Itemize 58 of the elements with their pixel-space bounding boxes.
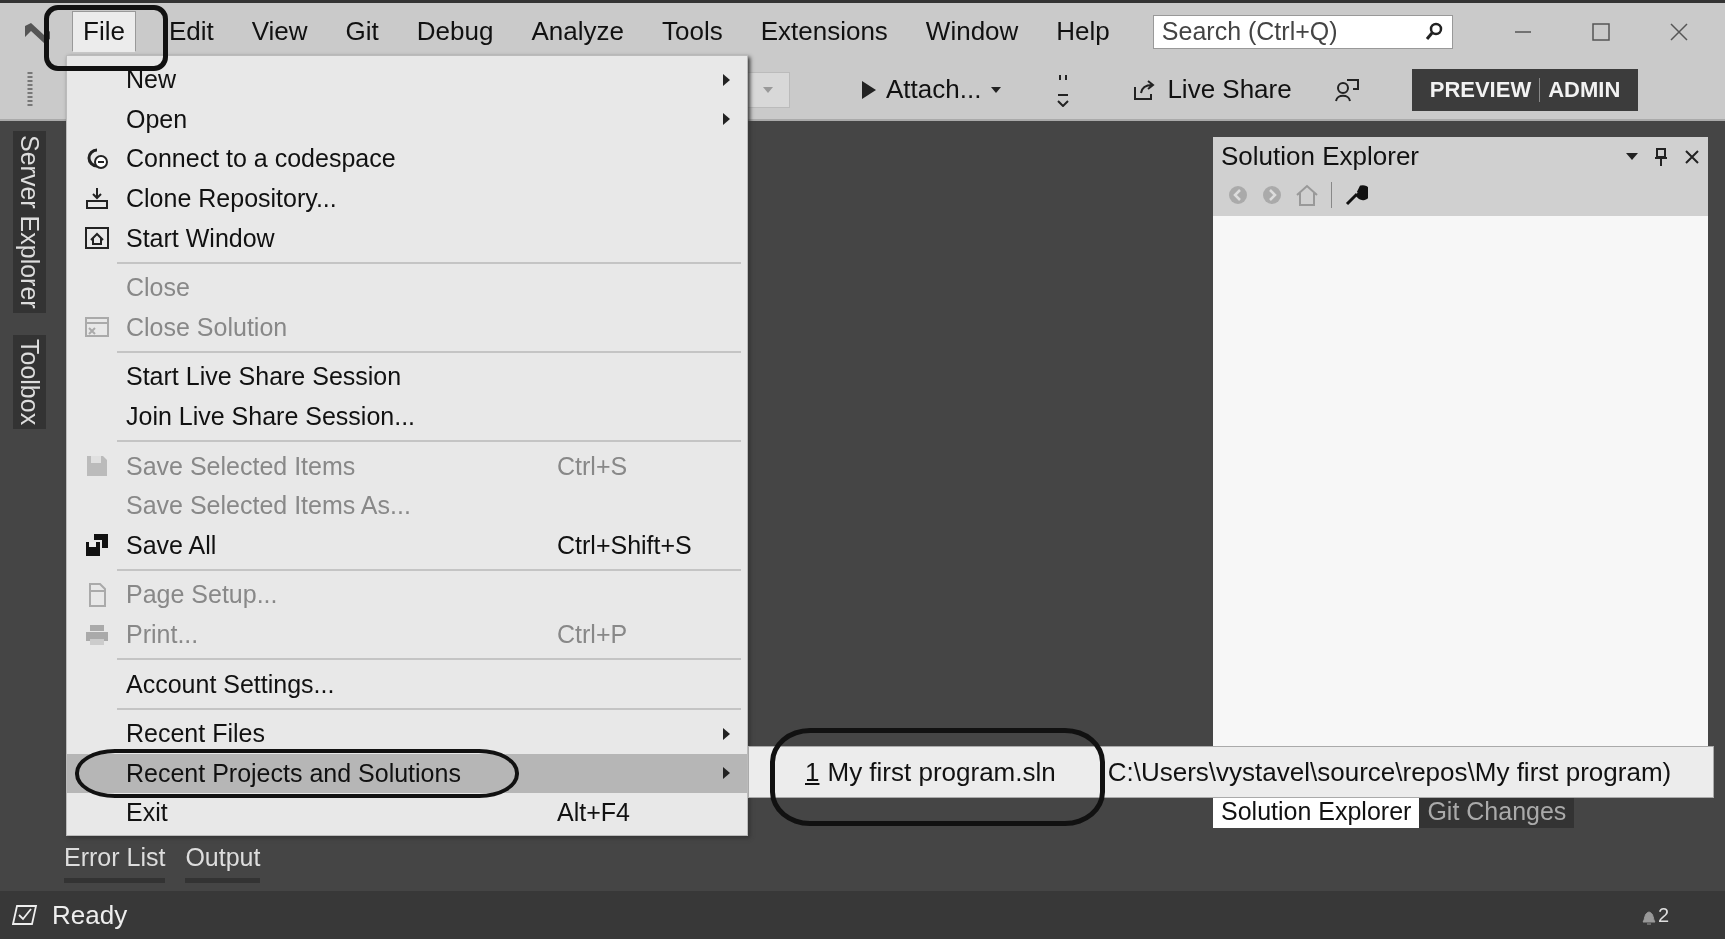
attach-button[interactable]: Attach... (856, 70, 1008, 109)
badge-label: ADMIN (1548, 76, 1621, 103)
menu-item[interactable]: Edit (157, 11, 225, 52)
printer-icon (84, 623, 109, 646)
close-icon[interactable] (1684, 148, 1700, 165)
menu-item[interactable]: File (72, 11, 136, 52)
close-icon[interactable] (1668, 21, 1689, 42)
wrench-icon[interactable] (1344, 183, 1368, 207)
recent-project-entry[interactable]: 1 My first program.sln C:\Users\vystavel\source\repos\My first program) (749, 747, 1713, 797)
live-share-button[interactable]: Live Share (1127, 70, 1298, 109)
menu-item[interactable]: Analyze (520, 11, 635, 52)
bottom-tab[interactable]: Error List (64, 843, 166, 883)
menu-item[interactable]: Debug (405, 11, 505, 52)
window-close-icon (84, 316, 109, 339)
status-text: Ready (52, 899, 128, 931)
menu-item[interactable]: Git (334, 11, 390, 52)
menu-entry[interactable]: New (67, 60, 747, 100)
window-icon (84, 227, 109, 250)
menu-item[interactable]: Tools (650, 11, 734, 52)
menu-entry[interactable]: Join Live Share Session... (67, 396, 747, 437)
menu-item[interactable]: Window (914, 11, 1030, 52)
menu-entry[interactable]: Account Settings... (67, 664, 747, 704)
play-icon (862, 80, 876, 99)
grip-icon (26, 71, 34, 108)
search-field[interactable]: Search (Ctrl+Q) (1152, 14, 1453, 49)
caret-icon[interactable] (1626, 152, 1638, 161)
floppy-stack-icon (84, 533, 109, 558)
menu-entry[interactable]: Connect to a codespace (67, 139, 747, 179)
dropdown-field[interactable] (746, 71, 790, 108)
floppy-icon (85, 455, 108, 478)
menu-entry[interactable]: Save All Ctrl+Shift+S (67, 525, 747, 566)
checkbox-icon (12, 904, 38, 926)
menu-entry[interactable]: Recent Projects and Solutions (67, 753, 747, 794)
notification-count: 2 (1657, 903, 1669, 927)
panel-title: Solution Explorer (1221, 141, 1420, 172)
menu-entry[interactable]: Start Live Share Session (67, 357, 747, 397)
download-icon (84, 186, 109, 211)
page-icon (86, 582, 107, 607)
caret-icon (991, 86, 1002, 93)
side-tab[interactable]: Server Explorer (12, 131, 46, 313)
menu-item[interactable]: Help (1045, 11, 1121, 52)
side-tab[interactable]: Toolbox (12, 334, 46, 429)
menu-entry[interactable]: Open (67, 99, 747, 140)
preview-admin-badge[interactable]: PREVIEW ADMIN (1411, 68, 1639, 111)
maximize-icon[interactable] (1590, 21, 1611, 42)
pin-icon[interactable] (1654, 146, 1668, 167)
badge-label: PREVIEW (1429, 76, 1532, 103)
menu-entry[interactable]: Start Window (67, 218, 747, 258)
menu-entry[interactable]: Recent Files (67, 713, 747, 754)
bottom-tab[interactable]: Output (185, 843, 261, 883)
menu-item[interactable]: View (240, 11, 319, 52)
menu-item[interactable]: Extensions (749, 11, 899, 52)
menu-entry[interactable]: Clone Repository... (67, 178, 747, 219)
caret-icon (763, 86, 773, 93)
feedback-icon[interactable] (1333, 76, 1360, 103)
menu-entry[interactable]: Exit Alt+F4 (67, 793, 747, 833)
overflow-icon[interactable] (1057, 72, 1070, 107)
search-icon (1423, 21, 1444, 42)
